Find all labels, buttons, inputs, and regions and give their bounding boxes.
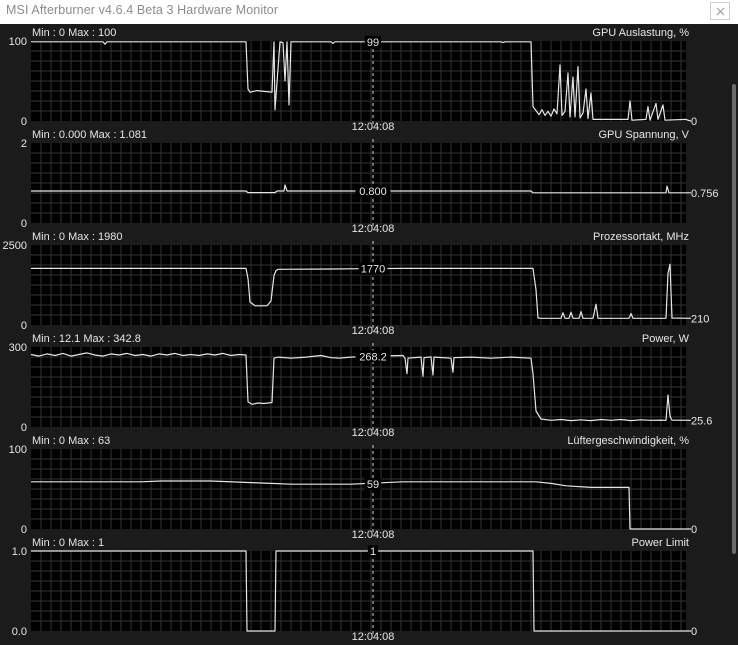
graph-title: Power, W: [642, 333, 690, 345]
min-max-label: Min : 0 Max : 63: [32, 435, 110, 447]
y-max-label: 100: [9, 36, 27, 48]
cursor-time-label: 12:04:08: [352, 631, 395, 640]
cursor-value: 1770: [361, 264, 385, 276]
y-min-label: 0: [21, 422, 27, 434]
graph-title: GPU Auslastung, %: [592, 27, 689, 39]
graph-core-clock: Min : 0 Max : 1980 Prozessortakt, MHz 2500…: [3, 231, 710, 337]
scrollbar[interactable]: [732, 84, 736, 554]
current-value: 210: [691, 313, 709, 325]
graph-title: Prozessortakt, MHz: [593, 231, 689, 243]
y-min-label: 0: [21, 116, 27, 128]
monitor-graphs: Min : 0 Max : 100 GPU Auslastung, %1000 12…: [3, 27, 719, 643]
current-value: 0: [691, 626, 697, 638]
cursor-time-label: 12:04:08: [352, 427, 395, 439]
cursor-value: 268.2: [359, 351, 387, 363]
current-value: 0: [691, 116, 697, 128]
cursor-time-label: 12:04:08: [352, 325, 395, 337]
y-min-label: 0: [21, 218, 27, 230]
graph-fan-speed: Min : 0 Max : 63 Lüftergeschwindigkeit, %…: [9, 435, 697, 541]
min-max-label: Min : 0.000 Max : 1.081: [32, 129, 147, 141]
graph-title: Lüftergeschwindigkeit, %: [567, 435, 689, 447]
min-max-label: Min : 0 Max : 1: [32, 537, 104, 549]
current-value: 25.6: [691, 415, 712, 427]
cursor-value: 99: [367, 37, 379, 49]
close-icon: [716, 7, 725, 16]
current-value: 0.756: [691, 188, 719, 200]
cursor-value: 1: [370, 546, 376, 558]
min-max-label: Min : 0 Max : 1980: [32, 231, 123, 243]
min-max-label: Min : 12.1 Max : 342.8: [32, 333, 141, 345]
y-max-label: 1.0: [12, 546, 27, 558]
y-max-label: 2: [21, 138, 27, 150]
window-title: MSI Afterburner v4.6.4 Beta 3 Hardware M…: [6, 3, 279, 17]
cursor-value: 59: [367, 479, 379, 491]
close-button[interactable]: [710, 2, 730, 20]
current-value: 0: [691, 524, 697, 536]
y-max-label: 300: [9, 342, 27, 354]
graph-power: Min : 12.1 Max : 342.8 Power, W 300 0 12:04:…: [9, 333, 713, 439]
y-min-label: 0.0: [12, 626, 27, 638]
graph-title: Power Limit: [632, 537, 689, 549]
title-bar: MSI Afterburner v4.6.4 Beta 3 Hardware M…: [0, 0, 738, 24]
cursor-time-label: 12:04:08: [352, 529, 395, 541]
cursor-value: 0.800: [359, 186, 387, 198]
graph-power-limit: Min : 0 Max : 1 Power Limit 1.0 0.0 12:04:08…: [12, 537, 697, 643]
cursor-time-label: 12:04:08: [352, 121, 395, 133]
y-max-label: 2500: [3, 240, 27, 252]
min-max-label: Min : 0 Max : 100: [32, 27, 116, 39]
graph-gpu-usage: Min : 0 Max : 100 GPU Auslastung, % 100 0 12…: [9, 27, 697, 133]
cursor-time-label: 12:04:08: [352, 223, 395, 235]
y-max-label: 100: [9, 444, 27, 456]
y-min-label: 0: [21, 524, 27, 536]
y-min-label: 0: [21, 320, 27, 332]
graph-title: GPU Spannung, V: [598, 129, 689, 141]
graph-gpu-voltage: Min : 0.000 Max : 1.081 GPU Spannung, V 2 0…: [21, 129, 719, 235]
hardware-monitor-panel: Min : 0 Max : 100 GPU Auslastung, % 100 0 12…: [0, 24, 738, 643]
